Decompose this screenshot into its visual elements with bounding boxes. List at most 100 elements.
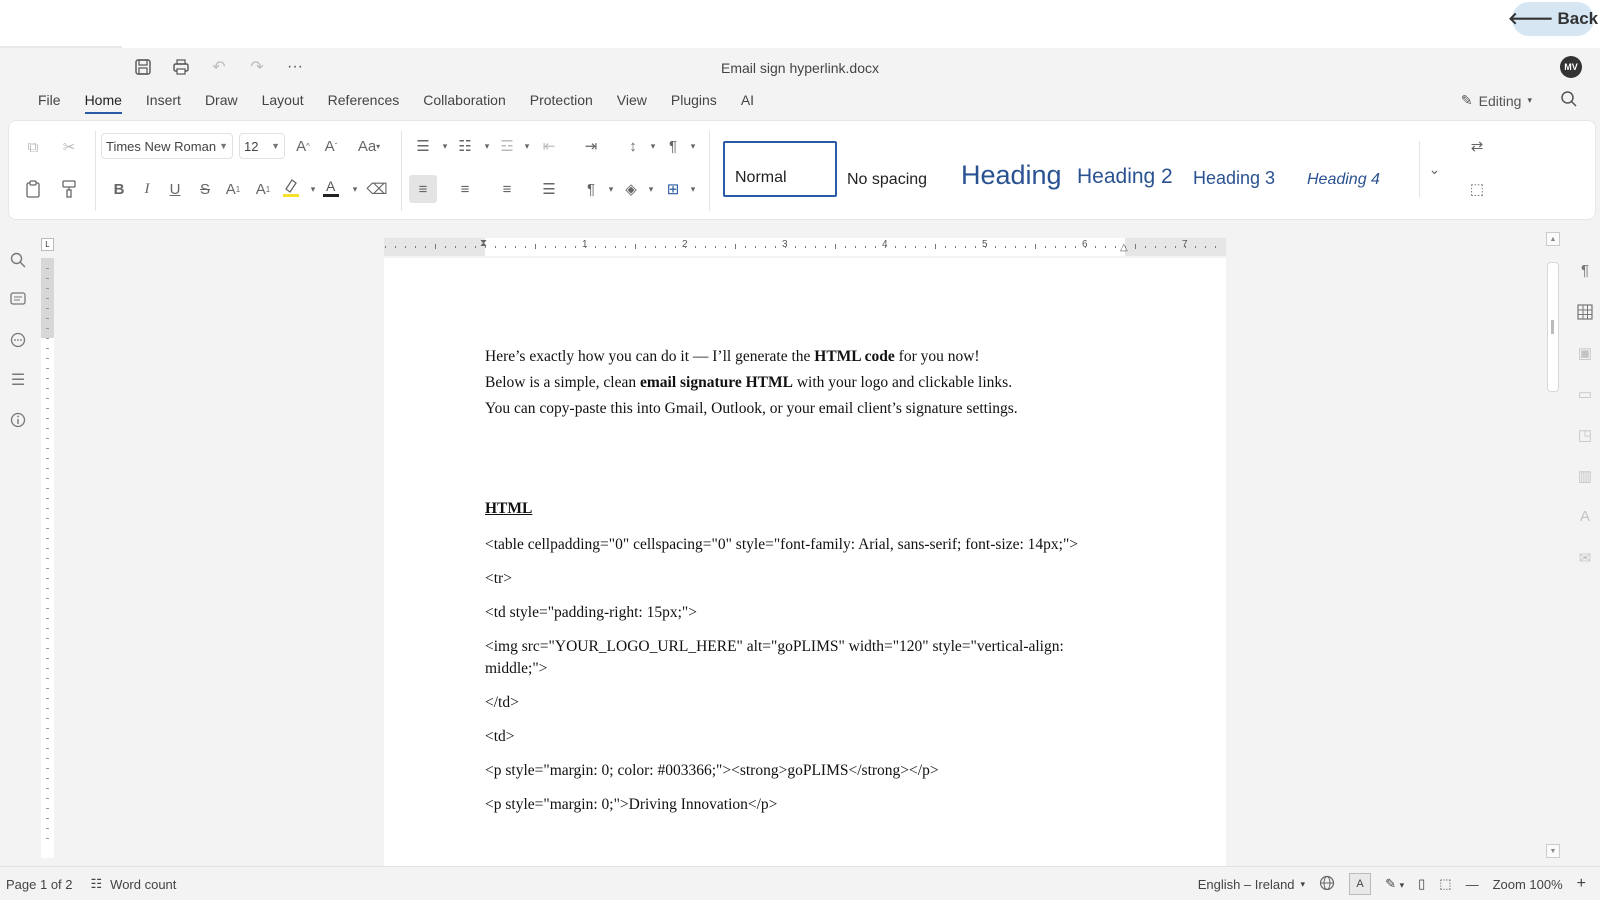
- image-settings-icon[interactable]: ▣: [1572, 332, 1598, 373]
- spell-check-icon[interactable]: A: [1349, 873, 1372, 895]
- align-left-icon[interactable]: ≡: [409, 175, 437, 203]
- format-painter-icon[interactable]: [57, 177, 81, 201]
- highlight-icon[interactable]: [279, 175, 303, 199]
- italic-icon[interactable]: I: [135, 177, 159, 201]
- ruler-tick: [1045, 246, 1046, 248]
- vertical-scrollbar[interactable]: ▲ ▼: [1546, 232, 1560, 862]
- navigation-icon[interactable]: ☰: [0, 360, 36, 400]
- style-normal[interactable]: Normal: [723, 141, 837, 197]
- tab-stop-selector[interactable]: L: [41, 238, 54, 251]
- document-body[interactable]: Here’s exactly how you can do it — I’ll …: [485, 346, 1125, 828]
- chart-settings-icon[interactable]: ▥: [1572, 455, 1598, 496]
- tab-layout[interactable]: Layout: [250, 90, 316, 114]
- document-page[interactable]: Here’s exactly how you can do it — I’ll …: [384, 258, 1226, 870]
- align-right-icon[interactable]: ≡: [495, 177, 519, 201]
- chevron-down-icon[interactable]: ▾: [681, 177, 705, 201]
- ruler-tick: [46, 338, 49, 339]
- zoom-out-icon[interactable]: —: [1466, 877, 1479, 892]
- table-settings-icon[interactable]: [1572, 291, 1598, 332]
- search-icon[interactable]: [1560, 90, 1578, 113]
- globe-icon[interactable]: [1319, 875, 1335, 894]
- text-art-icon[interactable]: A: [1572, 496, 1598, 537]
- comment-icon[interactable]: [0, 280, 36, 320]
- tab-ai[interactable]: AI: [729, 90, 766, 114]
- language-select[interactable]: English – Ireland ▾: [1198, 877, 1305, 892]
- numbered-list-icon[interactable]: ☷: [453, 134, 477, 158]
- header-footer-icon[interactable]: ▭: [1572, 373, 1598, 414]
- track-changes-icon[interactable]: ✎ ▾: [1385, 876, 1404, 892]
- font-family-select[interactable]: Times New Roman ▼: [101, 133, 233, 159]
- align-center-icon[interactable]: ≡: [453, 177, 477, 201]
- horizontal-ruler[interactable]: 1 2 3 4 5 6 7 ⧗ △: [384, 238, 1226, 256]
- zoom-in-icon[interactable]: +: [1577, 875, 1586, 893]
- tab-draw[interactable]: Draw: [193, 90, 250, 114]
- chevron-down-icon[interactable]: ▾: [681, 134, 705, 158]
- chevron-down-icon[interactable]: ▾: [639, 177, 663, 201]
- superscript-icon[interactable]: A1: [221, 177, 245, 201]
- style-heading-3[interactable]: Heading 3: [1183, 141, 1297, 197]
- fit-page-icon[interactable]: ▯: [1418, 876, 1425, 892]
- vertical-ruler[interactable]: L: [41, 238, 54, 858]
- search-icon[interactable]: [0, 240, 36, 280]
- more-icon[interactable]: ···: [284, 56, 306, 78]
- chat-icon[interactable]: [0, 320, 36, 360]
- scroll-up-button[interactable]: ▲: [1546, 232, 1560, 246]
- save-icon[interactable]: [132, 56, 154, 78]
- word-count-button[interactable]: ☷ Word count: [91, 876, 177, 892]
- style-heading-4[interactable]: Heading 4: [1297, 141, 1415, 197]
- ruler-tick: [405, 246, 406, 248]
- bold-icon[interactable]: B: [107, 177, 131, 201]
- scroll-down-button[interactable]: ▼: [1546, 844, 1560, 858]
- redo-icon[interactable]: ↷: [246, 56, 268, 78]
- copy-icon[interactable]: ⧉: [21, 135, 45, 159]
- page-indicator[interactable]: Page 1 of 2: [6, 877, 73, 892]
- subscript-icon[interactable]: A1: [251, 177, 275, 201]
- editing-mode-dropdown[interactable]: ✎ Editing ▾: [1461, 92, 1532, 109]
- tab-insert[interactable]: Insert: [134, 90, 193, 114]
- zoom-level[interactable]: Zoom 100%: [1493, 877, 1563, 892]
- tab-collaboration[interactable]: Collaboration: [411, 90, 518, 114]
- right-indent-marker[interactable]: △: [1120, 242, 1128, 253]
- paragraph-settings-icon[interactable]: ¶: [1572, 250, 1598, 291]
- decrease-indent-icon[interactable]: ⇤: [537, 134, 561, 158]
- tab-view[interactable]: View: [605, 90, 659, 114]
- style-heading-1[interactable]: Heading: [951, 141, 1067, 197]
- font-size-select[interactable]: 12 ▼: [239, 133, 285, 159]
- style-heading-2[interactable]: Heading 2: [1067, 141, 1183, 197]
- user-avatar[interactable]: MV: [1560, 56, 1582, 78]
- chevron-down-icon[interactable]: ▾: [515, 134, 539, 158]
- tab-file[interactable]: File: [26, 90, 73, 114]
- justify-icon[interactable]: ☰: [537, 177, 561, 201]
- print-icon[interactable]: [170, 56, 192, 78]
- shrink-font-icon[interactable]: Aˇ: [319, 134, 343, 158]
- shape-settings-icon[interactable]: ◳: [1572, 414, 1598, 455]
- paste-icon[interactable]: [21, 177, 45, 201]
- styles-more-button[interactable]: ⌄: [1419, 141, 1449, 197]
- font-color-icon[interactable]: A: [319, 175, 343, 199]
- cut-icon[interactable]: ✂: [57, 135, 81, 159]
- paragraph: Below is a simple, clean email signature…: [485, 372, 1125, 394]
- select-icon[interactable]: ⬚: [1465, 177, 1489, 201]
- change-case-icon[interactable]: Aa ▾: [351, 134, 387, 158]
- mail-merge-icon[interactable]: ✉: [1572, 537, 1598, 578]
- chevron-down-icon[interactable]: ▾: [343, 177, 367, 201]
- strikethrough-icon[interactable]: S: [193, 177, 217, 201]
- tab-home[interactable]: Home: [73, 90, 134, 114]
- back-button[interactable]: 🡐 Back: [1508, 2, 1598, 36]
- increase-indent-icon[interactable]: ⇥: [579, 134, 603, 158]
- scrollbar-thumb[interactable]: [1551, 320, 1554, 334]
- bullet-list-icon[interactable]: ☰: [411, 134, 435, 158]
- info-icon[interactable]: [0, 400, 36, 440]
- home-ribbon: ⧉ ✂ Times New Roman ▼ 12 ▼ A ^ Aˇ Aa ▾ B …: [8, 120, 1596, 220]
- tab-plugins[interactable]: Plugins: [659, 90, 729, 114]
- grow-font-icon[interactable]: A ^: [291, 134, 315, 158]
- style-no-spacing[interactable]: No spacing: [837, 141, 951, 197]
- replace-icon[interactable]: ⇄: [1465, 134, 1489, 158]
- undo-icon[interactable]: ↶: [208, 56, 230, 78]
- tab-protection[interactable]: Protection: [518, 90, 605, 114]
- tab-references[interactable]: References: [316, 90, 412, 114]
- fit-width-icon[interactable]: ⬚: [1439, 876, 1451, 892]
- clear-formatting-icon[interactable]: ⌫: [365, 177, 389, 201]
- underline-icon[interactable]: U: [163, 177, 187, 201]
- ruler-tick: [575, 246, 576, 248]
